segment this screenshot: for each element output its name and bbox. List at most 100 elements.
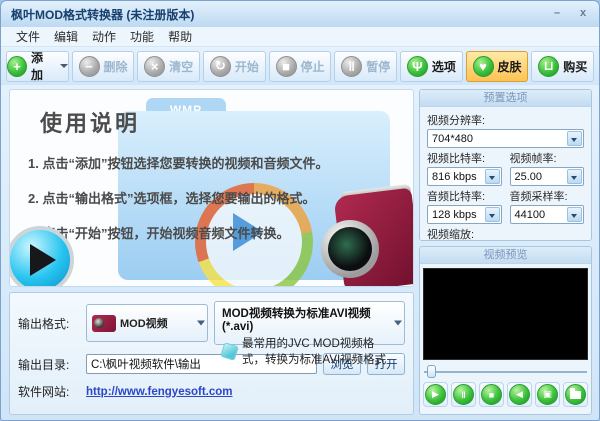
output-dir-label: 输出目录: xyxy=(18,356,86,373)
output-settings-panel: 输出格式: MOD视频 MOD视频转换为标准AVI视频(*.avi) 最常用的J… xyxy=(9,292,414,415)
video-scale-label: 视频缩放: xyxy=(427,226,584,241)
sample-rate-value: 44100 xyxy=(515,209,546,221)
folder-icon xyxy=(565,384,586,405)
preview-play-button[interactable]: ▶ xyxy=(423,382,448,407)
resolution-value: 704*480 xyxy=(432,133,473,145)
website-link[interactable]: http://www.fengyesoft.com xyxy=(86,386,233,398)
skin-button[interactable]: ♥ 皮肤 xyxy=(466,51,529,82)
pause-button: ‖ 暂停 xyxy=(334,51,397,82)
sample-rate-select[interactable]: 44100 xyxy=(510,205,585,224)
resolution-label: 视频分辨率: xyxy=(427,112,584,128)
seek-slider[interactable] xyxy=(424,364,587,378)
stop-button: ■ 停止 xyxy=(269,51,332,82)
preview-controls: ▶ ‖ ■ ◀ ▣ xyxy=(420,380,591,411)
chevron-down-icon xyxy=(567,207,582,222)
stop-icon: ■ xyxy=(276,56,297,77)
app-window: 枫叶MOD格式转换器 (未注册版本) – x 文件 编辑 动作 功能 帮助 + … xyxy=(0,0,600,421)
chevron-down-icon xyxy=(197,321,205,326)
menu-function[interactable]: 功能 xyxy=(123,28,161,45)
close-button[interactable]: x xyxy=(573,7,593,22)
slider-track xyxy=(424,371,587,373)
clear-button: × 清空 xyxy=(137,51,200,82)
menu-action[interactable]: 动作 xyxy=(85,28,123,45)
chevron-down-icon xyxy=(567,169,582,184)
format-profile-desc: 最常用的JVC MOD视频格式，转换为标准AVI视频格式 xyxy=(242,335,388,367)
chevron-down-icon xyxy=(485,207,500,222)
preview-screen xyxy=(423,268,588,360)
start-button-label: 开始 xyxy=(235,58,259,75)
video-bitrate-select[interactable]: 816 kbps xyxy=(427,167,502,186)
preset-options-group: 预置选项 视频分辨率: 704*480 视频比特率: 816 kbps xyxy=(419,89,592,241)
preview-pause-button[interactable]: ‖ xyxy=(451,382,476,407)
toolbar: + 添加 − 删除 × 清空 ↻ 开始 ■ 停止 ‖ 暂停 Ψ 选项 ♥ xyxy=(1,47,599,85)
frame-rate-select[interactable]: 25.00 xyxy=(510,167,585,186)
minimize-button[interactable]: – xyxy=(547,7,567,22)
preset-options-title: 预置选项 xyxy=(420,90,591,107)
slider-thumb[interactable] xyxy=(427,365,436,378)
audio-bitrate-value: 128 kbps xyxy=(432,209,477,221)
camera-icon: ▣ xyxy=(537,384,558,405)
window-title: 枫叶MOD格式转换器 (未注册版本) xyxy=(11,6,547,23)
frame-rate-value: 25.00 xyxy=(515,171,543,183)
tools-icon: Ψ xyxy=(407,56,428,77)
minus-icon: − xyxy=(79,56,100,77)
chevron-down-icon xyxy=(567,131,582,146)
delete-button-label: 删除 xyxy=(104,58,128,75)
video-preview-title: 视频预览 xyxy=(420,247,591,264)
menu-file[interactable]: 文件 xyxy=(9,28,47,45)
refresh-icon: ↻ xyxy=(210,56,231,77)
preview-snapshot-button[interactable]: ▣ xyxy=(535,382,560,407)
delete-button: − 删除 xyxy=(72,51,135,82)
titlebar: 枫叶MOD格式转换器 (未注册版本) – x xyxy=(1,1,599,27)
chevron-down-icon xyxy=(485,169,500,184)
video-preview-group: 视频预览 ▶ ‖ ■ ◀ xyxy=(419,246,592,415)
usage-heading: 使用说明 xyxy=(40,106,413,138)
play-icon: ▶ xyxy=(425,384,446,405)
preview-open-folder-button[interactable] xyxy=(563,382,588,407)
pause-icon: ‖ xyxy=(453,384,474,405)
output-format-value: MOD视频 xyxy=(120,315,168,331)
buy-button-label: 购买 xyxy=(563,58,587,75)
menu-help[interactable]: 帮助 xyxy=(161,28,199,45)
stop-button-label: 停止 xyxy=(301,58,325,75)
audio-bitrate-label: 音频比特率: xyxy=(427,188,502,204)
format-gem-icon xyxy=(220,342,239,361)
options-button[interactable]: Ψ 选项 xyxy=(400,51,463,82)
clear-button-label: 清空 xyxy=(169,58,193,75)
start-button: ↻ 开始 xyxy=(203,51,266,82)
audio-bitrate-select[interactable]: 128 kbps xyxy=(427,205,502,224)
format-profile-title: MOD视频转换为标准AVI视频(*.avi) xyxy=(222,305,388,333)
preview-mute-button[interactable]: ◀ xyxy=(507,382,532,407)
sample-rate-label: 音频采样率: xyxy=(510,188,585,204)
menu-bar: 文件 编辑 动作 功能 帮助 xyxy=(1,27,599,47)
add-button[interactable]: + 添加 xyxy=(6,51,69,82)
video-bitrate-value: 816 kbps xyxy=(432,171,477,183)
options-button-label: 选项 xyxy=(432,58,456,75)
format-profile-select[interactable]: MOD视频转换为标准AVI视频(*.avi) 最常用的JVC MOD视频格式，转… xyxy=(214,301,405,345)
output-format-label: 输出格式: xyxy=(18,315,86,332)
chevron-down-icon xyxy=(394,321,402,326)
menu-edit[interactable]: 编辑 xyxy=(47,28,85,45)
output-format-select[interactable]: MOD视频 xyxy=(86,304,208,342)
buy-button[interactable]: ⊔ 购买 xyxy=(531,51,594,82)
resolution-select[interactable]: 704*480 xyxy=(427,129,584,148)
cart-icon: ⊔ xyxy=(538,56,559,77)
cross-icon: × xyxy=(144,56,165,77)
camcorder-icon xyxy=(92,315,116,332)
video-bitrate-label: 视频比特率: xyxy=(427,150,502,166)
camcorder-image xyxy=(321,188,414,287)
pause-icon: ‖ xyxy=(341,56,362,77)
skin-button-label: 皮肤 xyxy=(498,58,522,75)
website-label: 软件网站: xyxy=(18,383,86,400)
apple-icon: ♥ xyxy=(473,56,494,77)
frame-rate-label: 视频帧率: xyxy=(510,150,585,166)
chevron-down-icon xyxy=(60,64,68,68)
stop-icon: ■ xyxy=(481,384,502,405)
instructions-panel: WMP 使用说明 1. 点击“添加”按钮选择您要转换的视频和音频文件。 2. 点… xyxy=(9,89,414,287)
pause-button-label: 暂停 xyxy=(366,58,390,75)
plus-icon: + xyxy=(7,56,27,77)
speaker-icon: ◀ xyxy=(509,384,530,405)
preview-stop-button[interactable]: ■ xyxy=(479,382,504,407)
add-button-label: 添加 xyxy=(31,49,54,83)
usage-step-1: 1. 点击“添加”按钮选择您要转换的视频和音频文件。 xyxy=(28,146,413,181)
